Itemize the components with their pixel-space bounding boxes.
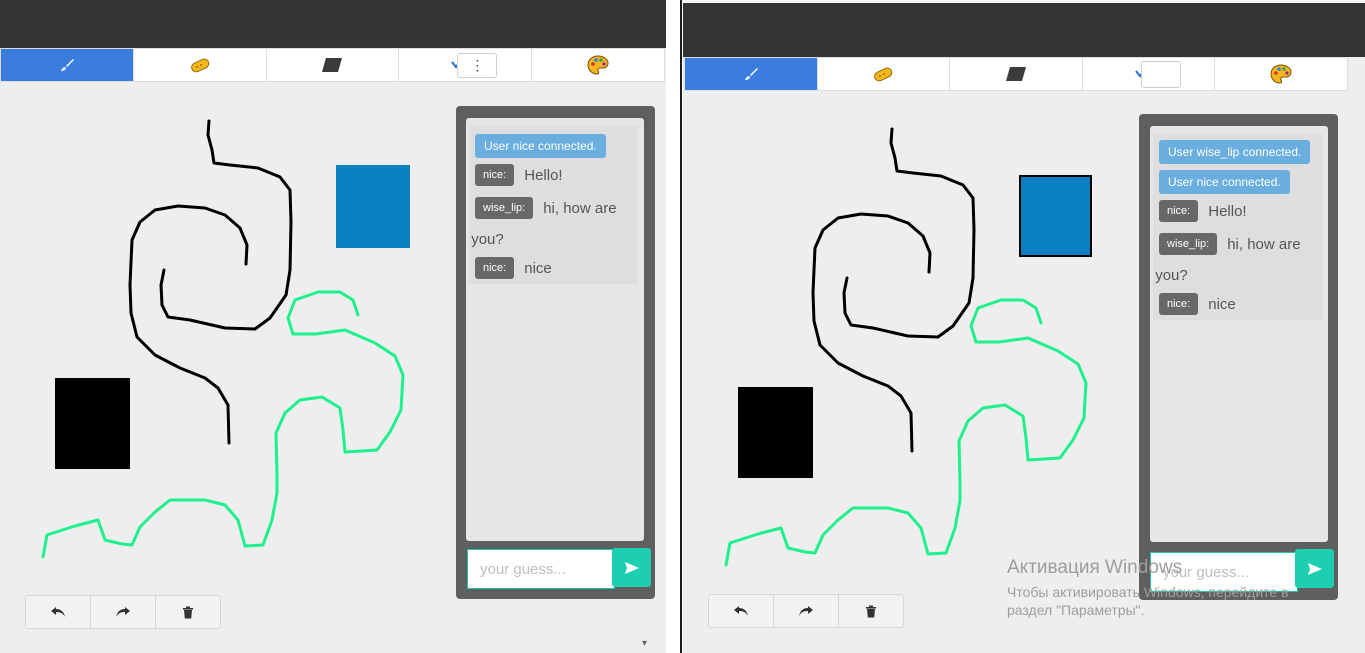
top-bar bbox=[683, 0, 1365, 57]
redo-button[interactable] bbox=[774, 595, 839, 627]
clear-button[interactable] bbox=[839, 595, 903, 627]
drawing-toolbar bbox=[684, 57, 1348, 91]
chat-message: nice: nice bbox=[1159, 293, 1322, 320]
undo-icon bbox=[51, 607, 65, 617]
more-icon: ⋮ bbox=[470, 57, 485, 73]
system-message-text: User nice connected. bbox=[1159, 170, 1290, 194]
redo-icon bbox=[116, 607, 130, 617]
clear-button[interactable] bbox=[156, 596, 220, 628]
user-tag: nice: bbox=[1159, 200, 1199, 222]
system-message: User nice connected. bbox=[1159, 170, 1322, 194]
chat-messages: User wise_lip connected. User nice conne… bbox=[1150, 126, 1328, 542]
user-tag: nice: bbox=[475, 164, 515, 186]
chat-panel: User nice connected. nice: Hello! wise_l… bbox=[456, 106, 655, 599]
system-message: User nice connected. bbox=[475, 134, 638, 158]
shape-icon bbox=[1005, 67, 1026, 81]
brush-icon bbox=[744, 68, 758, 80]
left-browser-window: ⋮ User nice connected. nice: Hello! wise… bbox=[0, 0, 666, 653]
redo-icon bbox=[799, 606, 813, 616]
chat-message: nice: Hello! bbox=[475, 164, 638, 191]
user-tag: nice: bbox=[1159, 293, 1199, 315]
message-text: Hello! bbox=[524, 167, 563, 184]
send-icon bbox=[624, 561, 639, 574]
trash-icon bbox=[866, 605, 876, 617]
eraser-icon bbox=[190, 58, 209, 73]
message-text: Hello! bbox=[1208, 203, 1247, 220]
user-tag: nice: bbox=[475, 257, 515, 279]
color-swatch[interactable]: ⋮ bbox=[457, 53, 498, 78]
message-text: nice bbox=[524, 260, 552, 277]
palette-icon bbox=[587, 55, 609, 75]
eraser-tool[interactable] bbox=[818, 58, 951, 90]
chat-messages: User nice connected. nice: Hello! wise_l… bbox=[466, 118, 644, 541]
windows-activation-watermark: Активация Windows Чтобы активировать Win… bbox=[1007, 557, 1347, 619]
color-dropdown[interactable] bbox=[1083, 58, 1216, 90]
drawing-toolbar: ⋮ bbox=[0, 48, 665, 82]
message-text: nice bbox=[1208, 296, 1236, 313]
right-browser-window: User wise_lip connected. User nice conne… bbox=[683, 0, 1365, 653]
send-button[interactable] bbox=[612, 548, 651, 587]
undo-icon bbox=[734, 606, 748, 616]
color-swatch[interactable] bbox=[1140, 61, 1181, 88]
eraser-icon bbox=[874, 67, 893, 82]
chat-message: wise_lip: hi, how are you? bbox=[471, 197, 638, 255]
chat-message: nice: nice bbox=[475, 257, 638, 284]
palette-tool[interactable] bbox=[532, 49, 664, 81]
blue-rectangle bbox=[336, 165, 410, 248]
chat-panel: User wise_lip connected. User nice conne… bbox=[1139, 114, 1338, 600]
watermark-title: Активация Windows bbox=[1007, 557, 1183, 578]
system-message-text: User nice connected. bbox=[475, 134, 606, 158]
black-rectangle bbox=[738, 387, 813, 478]
shape-icon bbox=[322, 58, 343, 72]
undo-button[interactable] bbox=[709, 595, 774, 627]
watermark-line-1: Чтобы активировать Windows, перейдите в bbox=[1007, 584, 1289, 600]
palette-tool[interactable] bbox=[1215, 58, 1347, 90]
brush-icon bbox=[60, 59, 74, 71]
shape-tool[interactable] bbox=[267, 49, 400, 81]
window-divider bbox=[666, 0, 683, 653]
undo-button[interactable] bbox=[26, 596, 91, 628]
message-list: User wise_lip connected. User nice conne… bbox=[1153, 134, 1322, 320]
guess-input[interactable]: your guess... bbox=[467, 549, 615, 589]
system-message: User wise_lip connected. bbox=[1159, 140, 1322, 164]
system-message-text: User wise_lip connected. bbox=[1159, 140, 1311, 164]
chat-message: wise_lip: hi, how are you? bbox=[1155, 233, 1322, 291]
trash-icon bbox=[183, 606, 193, 618]
message-text: hi, how are you? bbox=[1155, 236, 1301, 284]
black-rectangle bbox=[55, 378, 130, 469]
drawing-canvas[interactable] bbox=[0, 82, 450, 642]
message-text: hi, how are you? bbox=[471, 200, 617, 248]
history-actions bbox=[708, 594, 904, 628]
top-bar bbox=[0, 0, 666, 48]
brush-tool[interactable] bbox=[1, 49, 134, 81]
chat-message: nice: Hello! bbox=[1159, 200, 1322, 227]
shape-tool[interactable] bbox=[950, 58, 1083, 90]
eraser-tool[interactable] bbox=[134, 49, 267, 81]
message-list: User nice connected. nice: Hello! wise_l… bbox=[469, 126, 638, 284]
scroll-down-arrow[interactable]: ▾ bbox=[642, 638, 647, 649]
watermark-line-2: раздел "Параметры". bbox=[1007, 602, 1145, 618]
palette-icon bbox=[1270, 64, 1292, 84]
color-dropdown[interactable]: ⋮ bbox=[399, 49, 533, 81]
blue-rectangle bbox=[1019, 175, 1092, 257]
brush-tool[interactable] bbox=[685, 58, 818, 90]
redo-button[interactable] bbox=[91, 596, 156, 628]
history-actions bbox=[25, 595, 221, 629]
